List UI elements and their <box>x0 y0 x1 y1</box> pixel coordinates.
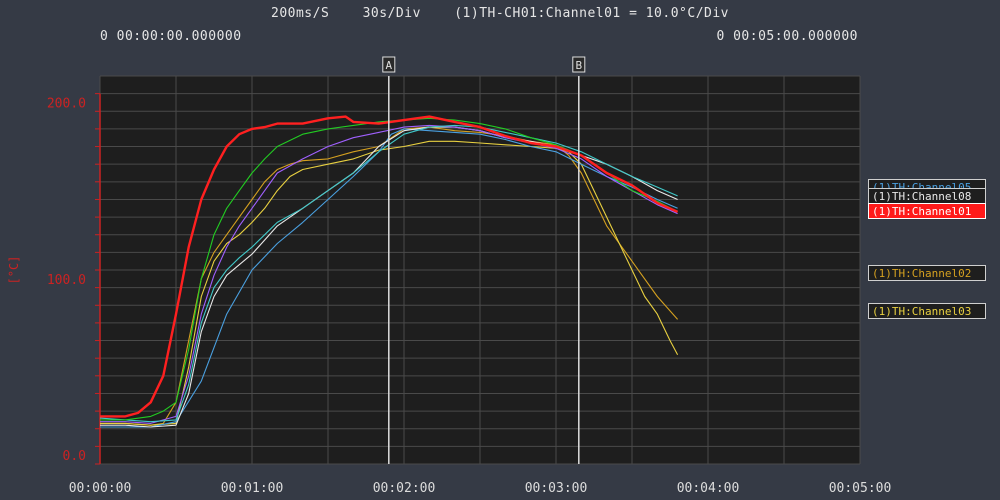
cursor-label-b: B <box>575 59 582 72</box>
legend-item[interactable]: (1)TH:Channel08 <box>868 188 986 204</box>
x-tick-label: 00:05:00 <box>829 481 892 496</box>
x-axis: 00:00:00 00:01:00 00:02:00 00:03:00 00:04:00… <box>69 481 892 496</box>
y-axis-title: [°C] <box>7 256 21 285</box>
y-tick-label: 0.0 <box>63 449 86 464</box>
x-tick-label: 00:00:00 <box>69 481 132 496</box>
y-tick-label: 100.0 <box>47 273 86 288</box>
legend-item[interactable]: (1)TH:Channel02 <box>868 265 986 281</box>
x-tick-label: 00:04:00 <box>677 481 740 496</box>
x-tick-label: 00:01:00 <box>221 481 284 496</box>
legend-item[interactable]: (1)TH:Channel03 <box>868 303 986 319</box>
x-tick-label: 00:02:00 <box>373 481 436 496</box>
y-tick-label: 200.0 <box>47 96 86 111</box>
waveform-chart[interactable]: 0.0100.0200.0[°C] AB 00:00:00 00:01:00 00:… <box>0 0 1000 500</box>
y-axis: 0.0 100.0 200.0 [°C] <box>7 93 101 465</box>
cursor-label-a: A <box>385 59 392 72</box>
legend-item[interactable]: (1)TH:Channel01 <box>868 203 986 219</box>
x-tick-label: 00:03:00 <box>525 481 588 496</box>
